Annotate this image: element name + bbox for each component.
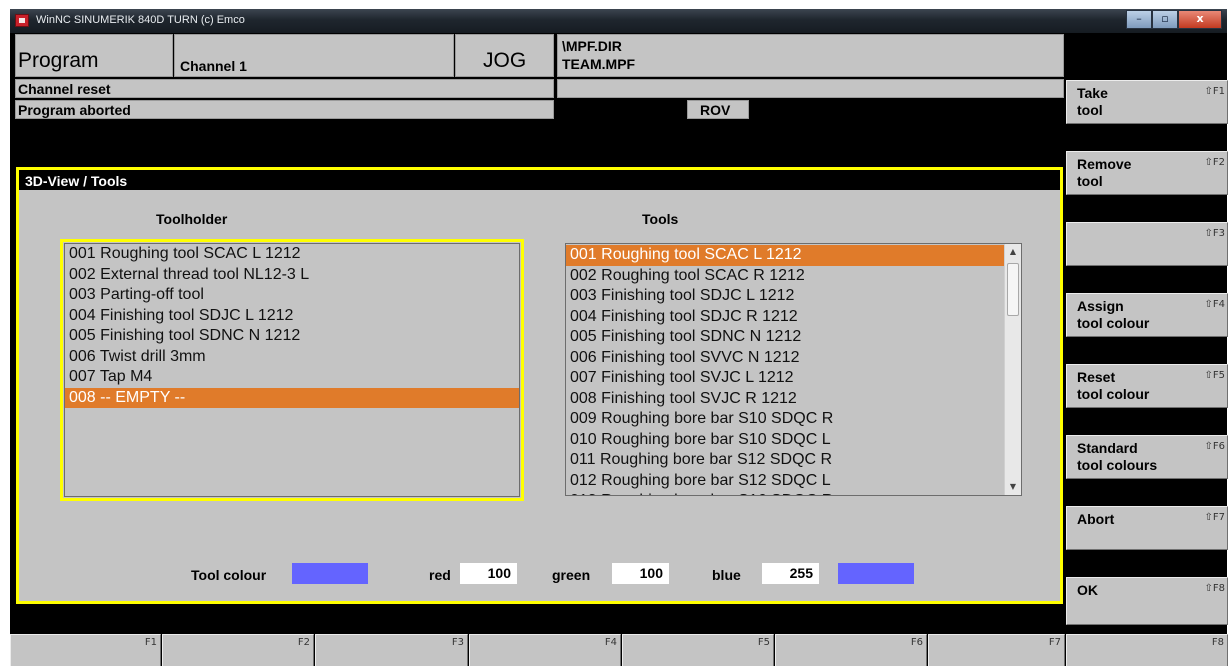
softkey-shift-f7[interactable]: Abort ⇧F7	[1066, 506, 1228, 550]
toolholder-header: Toolholder	[156, 211, 228, 227]
channel-status: Channel reset	[15, 79, 554, 98]
channel-label: Channel 1	[174, 34, 454, 77]
softkey-shift-f2[interactable]: Remove tool ⇧F2	[1066, 151, 1228, 195]
softkey-fn-label: F3	[451, 637, 464, 648]
program-status: Program aborted	[15, 100, 554, 119]
tools-list-item[interactable]: 013 Roughing bore bar S16 SDQC R	[566, 491, 1004, 495]
softkey-fn-label: F5	[757, 637, 770, 648]
tools-dialog: 3D-View / Tools Toolholder Tools 001 Rou…	[16, 167, 1063, 604]
green-input[interactable]: 100	[612, 563, 669, 584]
alarm-line	[557, 79, 1064, 98]
red-label: red	[429, 567, 451, 583]
softkey-label-line2: tool colours	[1077, 457, 1158, 473]
softkey-fn-label: F8	[1211, 637, 1224, 648]
softkey-fn-label: ⇧F5	[1204, 370, 1226, 381]
app-icon	[15, 14, 29, 27]
tools-list-item[interactable]: 002 Roughing tool SCAC R 1212	[566, 266, 1004, 287]
tools-list-item[interactable]: 012 Roughing bore bar S12 SDQC L	[566, 471, 1004, 492]
toolholder-list-item[interactable]: 002 External thread tool NL12-3 L	[65, 265, 519, 286]
tools-list-item[interactable]: 005 Finishing tool SDNC N 1212	[566, 327, 1004, 348]
softkey-fn-label: F4	[604, 637, 617, 648]
scroll-up-icon[interactable]: ▲	[1005, 244, 1021, 260]
tools-list[interactable]: 001 Roughing tool SCAC L 1212 002 Roughin…	[565, 243, 1022, 496]
softkey-f1[interactable]: F1	[10, 634, 161, 666]
tools-header: Tools	[642, 211, 679, 227]
softkey-fn-label: ⇧F1	[1204, 86, 1226, 97]
softkey-f2[interactable]: F2	[162, 634, 314, 666]
toolholder-list-item[interactable]: 007 Tap M4	[65, 367, 519, 388]
softkey-shift-f5[interactable]: Reset tool colour ⇧F5	[1066, 364, 1228, 408]
window-title-bar[interactable]: WinNC SINUMERIK 840D TURN (c) Emco – ▫ x	[10, 9, 1227, 33]
tools-list-item[interactable]: 003 Finishing tool SDJC L 1212	[566, 286, 1004, 307]
tool-colour-label: Tool colour	[191, 567, 267, 583]
toolholder-list[interactable]: 001 Roughing tool SCAC L 1212 002 Externa…	[64, 243, 520, 497]
softkey-f6[interactable]: F6	[775, 634, 927, 666]
toolholder-list-item[interactable]: 001 Roughing tool SCAC L 1212	[65, 244, 519, 265]
softkey-label-line2: tool colour	[1077, 386, 1150, 402]
colour-preview-swatch	[838, 563, 914, 584]
softkey-shift-f4[interactable]: Assign tool colour ⇧F4	[1066, 293, 1228, 337]
softkey-f8[interactable]: F8	[1066, 634, 1228, 666]
toolholder-list-item[interactable]: 006 Twist drill 3mm	[65, 347, 519, 368]
toolholder-list-item[interactable]: 005 Finishing tool SDNC N 1212	[65, 326, 519, 347]
softkey-shift-f3[interactable]: ⇧F3	[1066, 222, 1228, 266]
tools-list-item[interactable]: 001 Roughing tool SCAC L 1212	[566, 245, 1004, 266]
close-button[interactable]: x	[1178, 10, 1222, 29]
softkey-label-line2: tool	[1077, 173, 1103, 189]
tools-list-item[interactable]: 011 Roughing bore bar S12 SDQC R	[566, 450, 1004, 471]
toolholder-list-frame: 001 Roughing tool SCAC L 1212 002 Externa…	[60, 239, 524, 501]
tools-list-item[interactable]: 009 Roughing bore bar S10 SDQC R	[566, 409, 1004, 430]
maximize-button[interactable]: ▫	[1152, 10, 1178, 29]
tools-list-item[interactable]: 004 Finishing tool SDJC R 1212	[566, 307, 1004, 328]
softkey-fn-label: F6	[910, 637, 923, 648]
dialog-title: 3D-View / Tools	[19, 170, 1060, 190]
softkey-label-line2: tool	[1077, 102, 1103, 118]
blue-label: blue	[712, 567, 741, 583]
softkey-fn-label: ⇧F8	[1204, 583, 1226, 594]
operating-area: Program	[15, 34, 173, 77]
tool-colour-swatch	[292, 563, 368, 584]
program-path: \MPF.DIR TEAM.MPF	[557, 34, 1064, 77]
toolholder-list-item[interactable]: 008 -- EMPTY --	[65, 387, 519, 408]
blue-input[interactable]: 255	[762, 563, 819, 584]
rov-indicator: ROV	[687, 100, 749, 119]
scroll-down-icon[interactable]: ▼	[1005, 479, 1021, 495]
red-input[interactable]: 100	[460, 563, 517, 584]
tools-list-item[interactable]: 006 Finishing tool SVVC N 1212	[566, 348, 1004, 369]
window-title: WinNC SINUMERIK 840D TURN (c) Emco	[36, 14, 245, 26]
mode-label: JOG	[455, 34, 554, 77]
softkey-shift-f8[interactable]: OK ⇧F8	[1066, 577, 1228, 625]
softkey-fn-label: ⇧F3	[1204, 228, 1226, 239]
softkey-fn-label: F1	[144, 637, 157, 648]
softkey-shift-f1[interactable]: Take tool ⇧F1	[1066, 80, 1228, 124]
tools-list-item[interactable]: 010 Roughing bore bar S10 SDQC L	[566, 430, 1004, 451]
program-file: TEAM.MPF	[562, 56, 636, 72]
softkey-fn-label: ⇧F4	[1204, 299, 1226, 310]
tools-scrollbar[interactable]: ▲ ▼	[1004, 244, 1021, 495]
toolholder-list-item[interactable]: 004 Finishing tool SDJC L 1212	[65, 306, 519, 327]
softkey-shift-f6[interactable]: Standard tool colours ⇧F6	[1066, 435, 1228, 479]
softkey-f5[interactable]: F5	[622, 634, 774, 666]
tools-list-item[interactable]: 008 Finishing tool SVJC R 1212	[566, 389, 1004, 410]
softkey-fn-label: F2	[297, 637, 310, 648]
softkey-fn-label: ⇧F6	[1204, 441, 1226, 452]
softkey-f4[interactable]: F4	[469, 634, 621, 666]
program-directory: \MPF.DIR	[562, 38, 622, 54]
scroll-thumb[interactable]	[1007, 263, 1019, 316]
softkey-fn-label: ⇧F7	[1204, 512, 1226, 523]
softkey-fn-label: F7	[1048, 637, 1061, 648]
softkey-f7[interactable]: F7	[928, 634, 1065, 666]
tools-list-item[interactable]: 007 Finishing tool SVJC L 1212	[566, 368, 1004, 389]
toolholder-list-item[interactable]: 003 Parting-off tool	[65, 285, 519, 306]
softkey-fn-label: ⇧F2	[1204, 157, 1226, 168]
minimize-button[interactable]: –	[1126, 10, 1152, 29]
green-label: green	[552, 567, 591, 583]
softkey-label-line2: tool colour	[1077, 315, 1150, 331]
softkey-f3[interactable]: F3	[315, 634, 468, 666]
